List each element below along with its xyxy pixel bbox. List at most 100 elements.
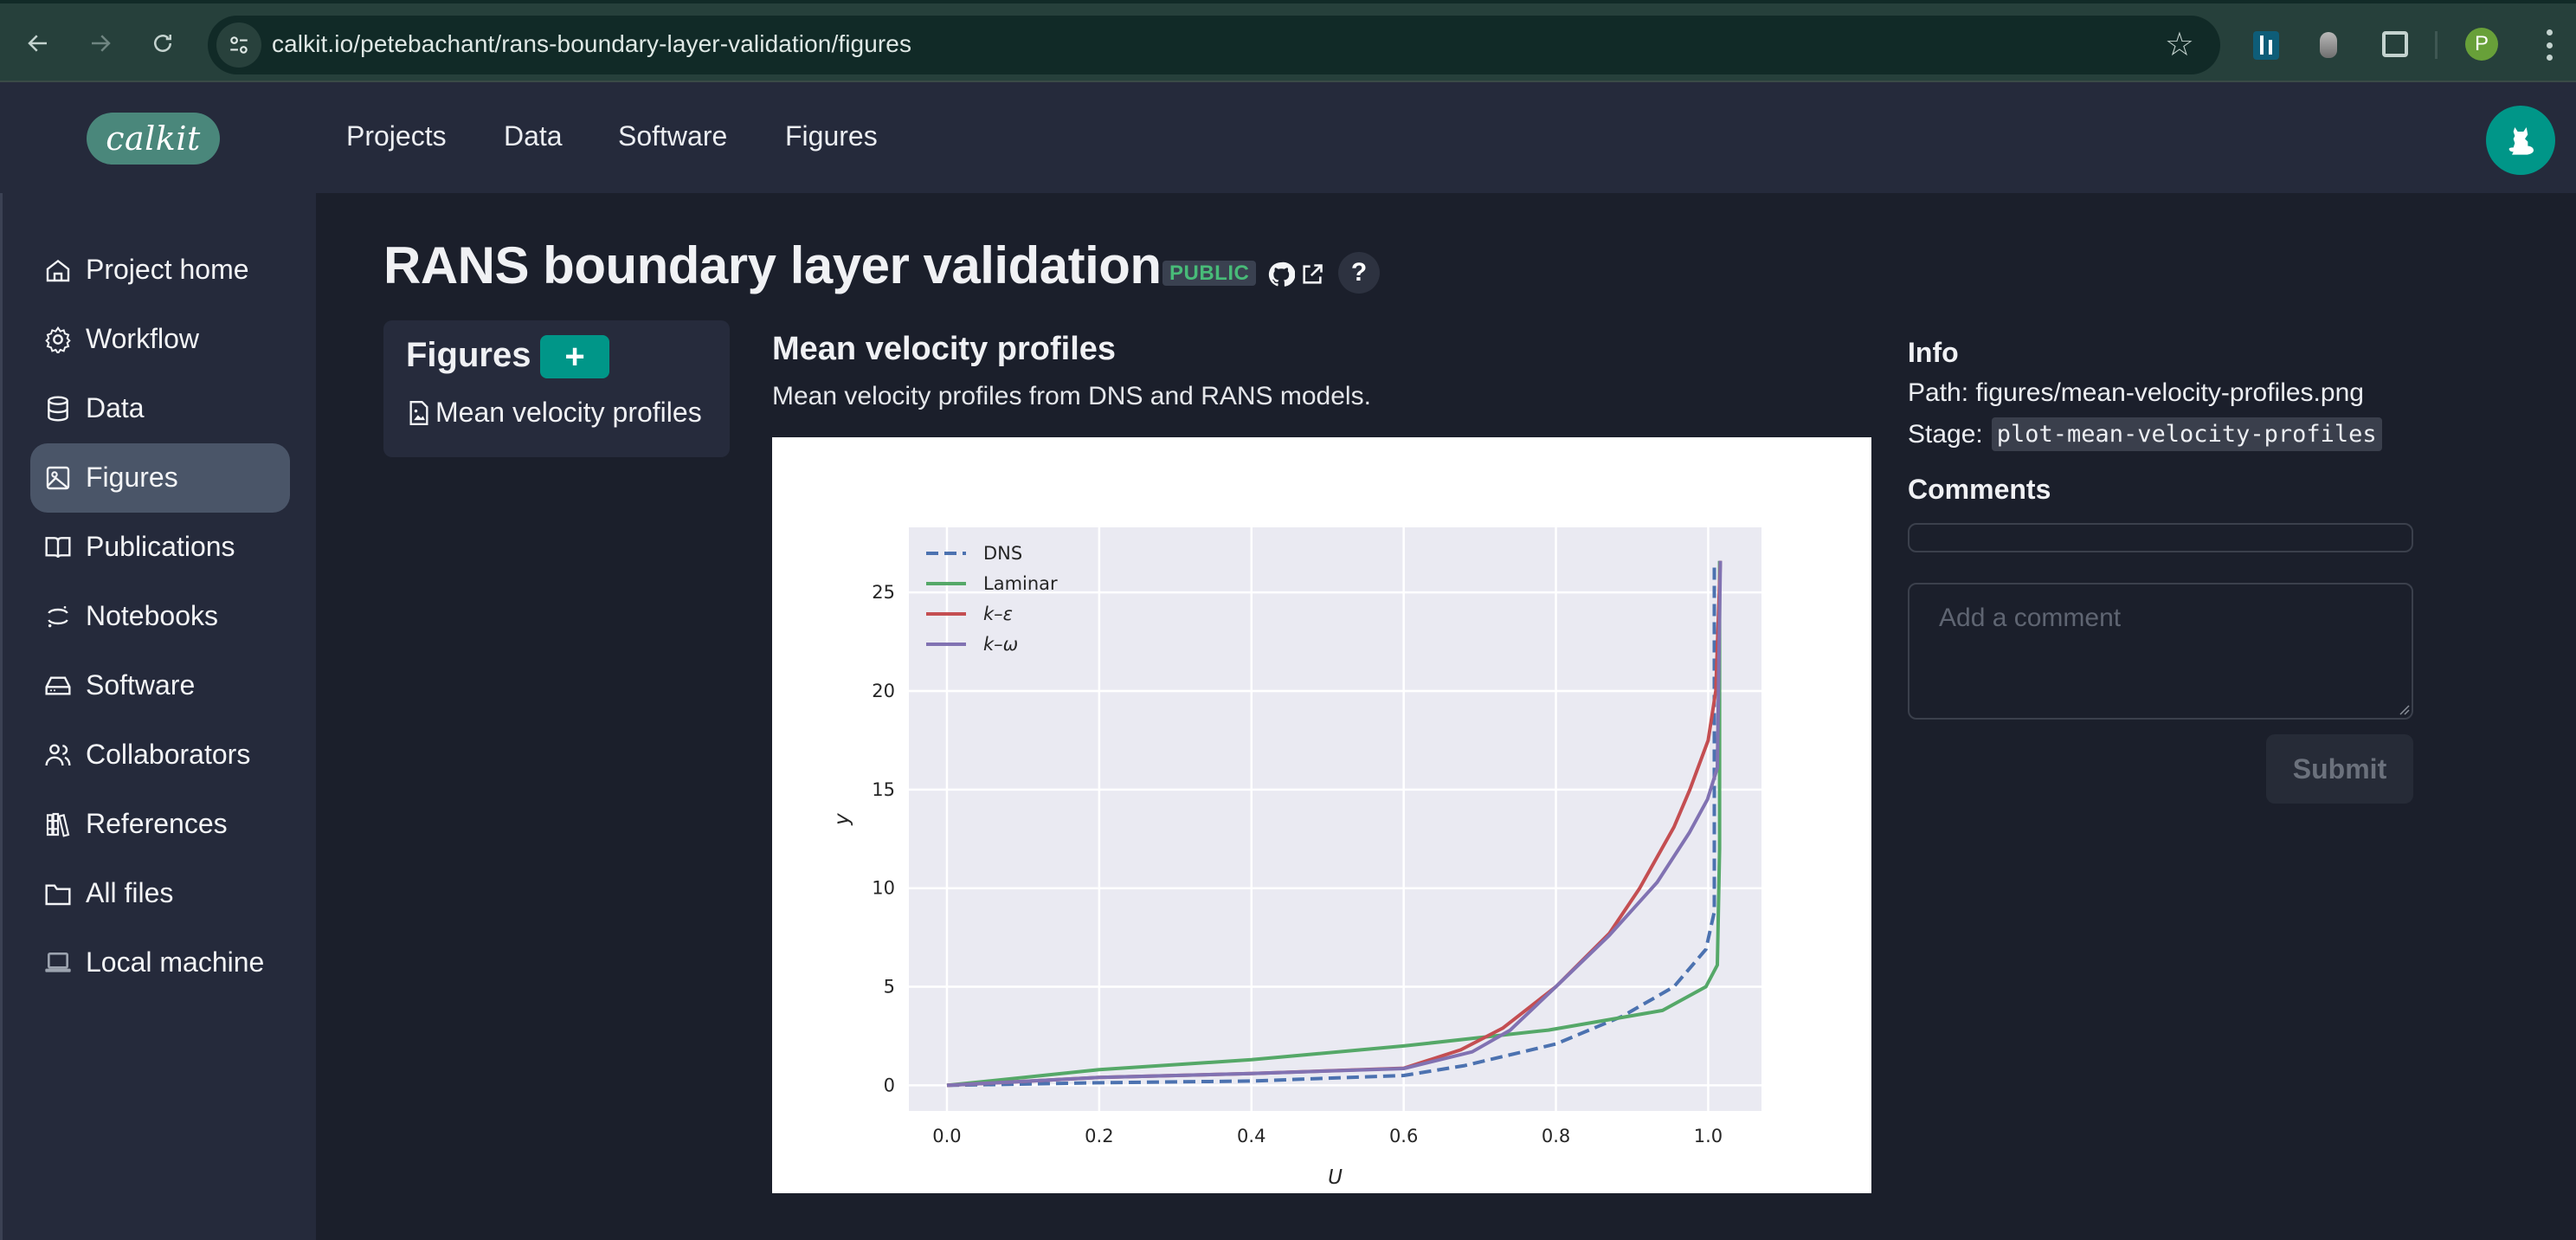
sidebar-item-publications[interactable]: Publications bbox=[30, 513, 290, 582]
velocity-profile-chart: 0.0 0.2 0.4 0.6 0.8 1.0 0 5 10 15 20 25 U y DNS Lam… bbox=[831, 527, 1761, 1189]
calkit-logo[interactable]: calkit bbox=[87, 113, 220, 165]
bookmark-star-icon[interactable]: ☆ bbox=[2165, 26, 2194, 64]
nav-figures[interactable]: Figures bbox=[785, 120, 878, 152]
y-axis-label: y bbox=[831, 813, 853, 826]
path-value: figures/mean-velocity-profiles.png bbox=[1975, 378, 2364, 407]
app-header: calkit Projects Data Software Figures bbox=[0, 82, 2576, 193]
info-path: Path: figures/mean-velocity-profiles.png bbox=[1908, 378, 2364, 408]
extensions-puzzle-icon[interactable] bbox=[2382, 31, 2408, 57]
sidebar-item-label: Project home bbox=[86, 254, 249, 285]
x-tick-label: 0.2 bbox=[1085, 1126, 1113, 1146]
x-tick-label: 0.6 bbox=[1389, 1126, 1418, 1146]
stage-value: plot-mean-velocity-profiles bbox=[1991, 417, 2382, 451]
figure-title: Mean velocity profiles bbox=[772, 331, 1117, 367]
sidebar-item-all-files[interactable]: All files bbox=[30, 859, 290, 928]
jupyter-icon bbox=[48, 606, 68, 628]
sidebar-item-label: Notebooks bbox=[86, 600, 218, 631]
sidebar-item-software[interactable]: Software bbox=[30, 651, 290, 720]
sidebar-item-label: Local machine bbox=[86, 946, 265, 978]
user-avatar[interactable] bbox=[2486, 106, 2555, 175]
laptop-icon bbox=[45, 953, 71, 972]
github-icon[interactable] bbox=[1267, 261, 1295, 288]
external-link-icon[interactable] bbox=[1300, 262, 1324, 287]
figure-list-item-label: Mean velocity profiles bbox=[435, 397, 702, 428]
y-tick-label: 20 bbox=[872, 681, 895, 701]
legend-label: k–ε bbox=[983, 604, 1013, 624]
reload-icon[interactable] bbox=[144, 24, 182, 62]
figure-image: 0.0 0.2 0.4 0.6 0.8 1.0 0 5 10 15 20 25 U y DNS Lam… bbox=[772, 437, 1871, 1193]
database-icon bbox=[48, 396, 68, 422]
legend-label: Laminar bbox=[983, 573, 1058, 594]
sidebar-item-label: Publications bbox=[86, 531, 235, 562]
x-tick-labels: 0.0 0.2 0.4 0.6 0.8 1.0 bbox=[932, 1126, 1723, 1146]
nav-data[interactable]: Data bbox=[504, 120, 563, 152]
sidebar-item-data[interactable]: Data bbox=[30, 374, 290, 443]
sidebar-item-label: Figures bbox=[86, 462, 178, 493]
extension-icon[interactable] bbox=[2253, 31, 2279, 60]
info-stage: Stage: plot-mean-velocity-profiles bbox=[1908, 417, 2382, 451]
nav-software[interactable]: Software bbox=[618, 120, 727, 152]
sidebar-item-label: Collaborators bbox=[86, 739, 251, 770]
profile-avatar[interactable]: P bbox=[2465, 28, 2498, 61]
back-arrow-icon[interactable] bbox=[19, 24, 57, 62]
x-tick-label: 0.0 bbox=[932, 1126, 961, 1146]
kebab-menu-icon[interactable] bbox=[2545, 29, 2553, 61]
plot-area bbox=[909, 527, 1761, 1111]
stage-label: Stage: bbox=[1908, 419, 1983, 449]
users-icon bbox=[45, 744, 71, 766]
nav-projects[interactable]: Projects bbox=[346, 120, 447, 152]
sidebar-item-label: Software bbox=[86, 669, 196, 701]
site-info-icon[interactable] bbox=[216, 23, 261, 68]
x-tick-label: 0.8 bbox=[1542, 1126, 1570, 1146]
add-figure-button[interactable]: + bbox=[540, 335, 609, 378]
sidebar-item-local-machine[interactable]: Local machine bbox=[30, 928, 290, 998]
y-tick-label: 25 bbox=[872, 582, 895, 603]
figure-description: Mean velocity profiles from DNS and RANS… bbox=[772, 382, 1371, 410]
sidebar-item-workflow[interactable]: Workflow bbox=[30, 305, 290, 374]
x-tick-label: 1.0 bbox=[1694, 1126, 1723, 1146]
figures-panel: Figures + Mean velocity profiles bbox=[383, 320, 730, 457]
sidebar-item-references[interactable]: References bbox=[30, 790, 290, 859]
y-tick-label: 15 bbox=[872, 779, 895, 800]
sidebar-item-collaborators[interactable]: Collaborators bbox=[30, 720, 290, 790]
y-tick-label: 0 bbox=[884, 1075, 895, 1095]
extension-bug-icon[interactable] bbox=[2320, 32, 2337, 58]
help-button[interactable]: ? bbox=[1338, 252, 1380, 294]
image-icon bbox=[46, 466, 70, 490]
visibility-badge: PUBLIC bbox=[1162, 261, 1257, 286]
toolbar-divider bbox=[2435, 31, 2438, 59]
comments-list bbox=[1908, 523, 2413, 552]
home-icon bbox=[46, 259, 70, 282]
file-image-icon bbox=[409, 400, 428, 425]
forward-arrow-icon[interactable] bbox=[81, 24, 119, 62]
sidebar-item-figures[interactable]: Figures bbox=[30, 443, 290, 513]
sidebar: Project home Workflow Data Figures Publi… bbox=[0, 193, 316, 1240]
fox-icon bbox=[2508, 127, 2534, 155]
sidebar-item-label: Workflow bbox=[86, 323, 199, 354]
library-icon bbox=[46, 812, 70, 837]
url-text[interactable]: calkit.io/petebachant/rans-boundary-laye… bbox=[272, 30, 911, 58]
sidebar-item-project-home[interactable]: Project home bbox=[30, 236, 290, 305]
comment-input[interactable] bbox=[1908, 583, 2413, 720]
page-title: RANS boundary layer validation bbox=[383, 236, 1162, 294]
browser-toolbar: calkit.io/petebachant/rans-boundary-laye… bbox=[0, 0, 2576, 82]
folder-icon bbox=[45, 884, 71, 906]
sidebar-item-label: Data bbox=[86, 392, 145, 423]
legend-label: k–ω bbox=[983, 634, 1018, 655]
info-heading: Info bbox=[1908, 337, 1959, 368]
x-axis-label: U bbox=[1328, 1166, 1343, 1189]
book-icon bbox=[45, 537, 71, 559]
address-bar[interactable]: calkit.io/petebachant/rans-boundary-laye… bbox=[208, 16, 2220, 74]
sidebar-item-notebooks[interactable]: Notebooks bbox=[30, 582, 290, 651]
y-tick-labels: 0 5 10 15 20 25 bbox=[872, 582, 895, 1095]
y-tick-label: 10 bbox=[872, 878, 895, 899]
figure-list-item[interactable]: Mean velocity profiles bbox=[409, 397, 702, 429]
hard-drive-icon bbox=[45, 676, 71, 695]
y-tick-label: 5 bbox=[884, 977, 895, 998]
gear-icon bbox=[45, 326, 71, 353]
sidebar-item-label: All files bbox=[86, 877, 174, 908]
resize-grip-icon[interactable] bbox=[2398, 703, 2410, 715]
legend-label: DNS bbox=[983, 543, 1022, 564]
comments-heading: Comments bbox=[1908, 474, 2051, 505]
submit-button[interactable]: Submit bbox=[2266, 734, 2413, 804]
